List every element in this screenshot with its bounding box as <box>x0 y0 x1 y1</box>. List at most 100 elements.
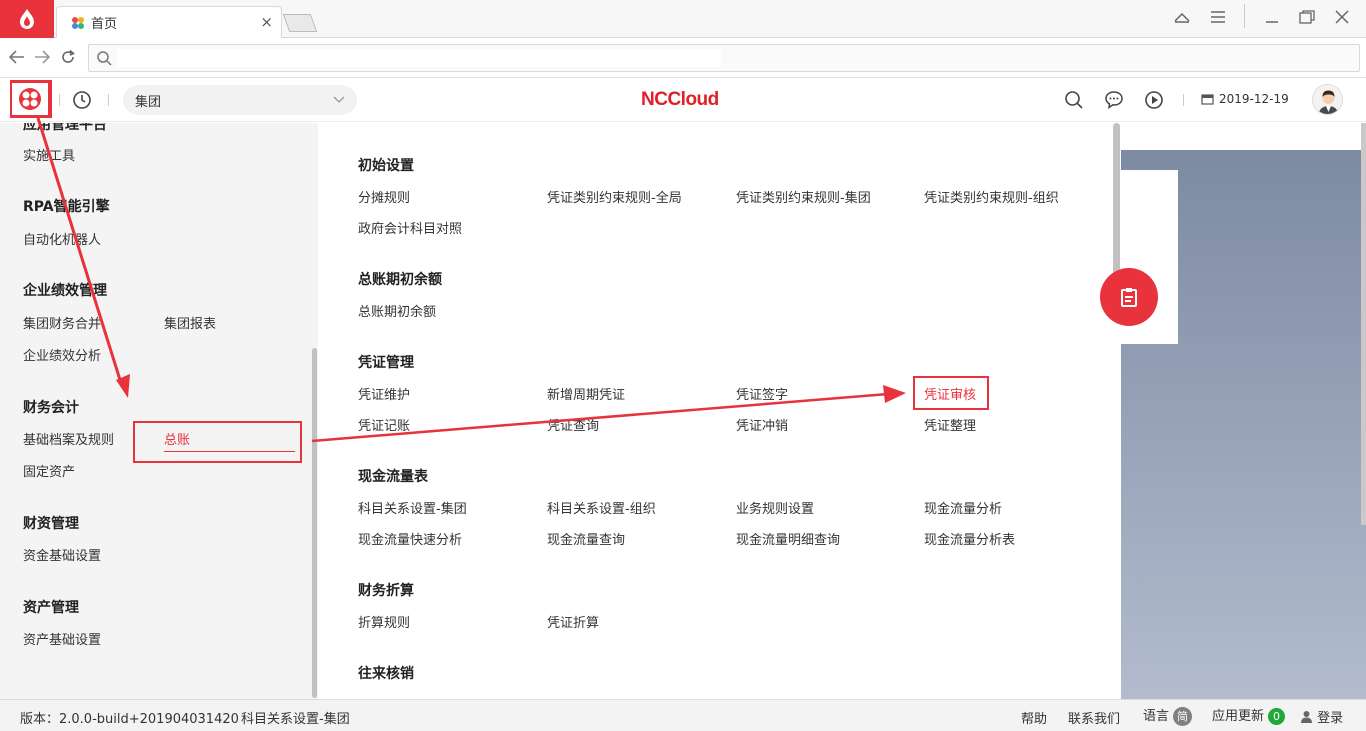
forward-arrow-icon[interactable] <box>31 46 53 68</box>
menu-item[interactable]: 现金流量明细查询 <box>736 529 840 548</box>
category-title: 财资管理 <box>23 516 79 532</box>
category-item[interactable]: 资金基础设置 <box>23 545 101 564</box>
menu-item[interactable]: 凭证折算 <box>547 612 599 631</box>
skin-icon[interactable] <box>1168 4 1196 30</box>
category-title: RPA智能引擎 <box>23 199 110 215</box>
search-icon <box>97 51 112 66</box>
address-field[interactable] <box>88 44 1360 72</box>
menu-item[interactable]: 凭证整理 <box>924 415 976 434</box>
menu-item[interactable]: 业务规则设置 <box>736 498 814 517</box>
minimize-icon[interactable] <box>1258 4 1286 30</box>
clipboard-app-icon[interactable] <box>1100 268 1158 326</box>
app-update[interactable]: 应用更新 0 <box>1212 705 1286 725</box>
page-scrollbar[interactable] <box>1361 123 1366 525</box>
user-icon <box>1301 711 1312 723</box>
category-item[interactable]: 资产基础设置 <box>23 629 101 648</box>
category-item-general-ledger[interactable]: 总账 <box>164 429 190 448</box>
update-label: 应用更新 <box>1212 709 1265 724</box>
category-item[interactable]: 基础档案及规则 <box>23 429 114 448</box>
business-date[interactable]: 2019-12-19 <box>1201 92 1289 106</box>
menu-item-voucher-audit[interactable]: 凭证审核 <box>924 384 976 403</box>
menu-item[interactable]: 折算规则 <box>358 612 410 631</box>
tab-close-icon[interactable]: × <box>260 13 273 31</box>
refresh-icon[interactable] <box>57 46 79 68</box>
login-button[interactable]: 登录 <box>1300 707 1343 726</box>
app-header: 集团 NCCloud 2019-12-19 <box>0 78 1366 122</box>
category-panel: 应用管理平台 实施工具 RPA智能引擎 自动化机器人 企业绩效管理 集团财务合并… <box>0 123 318 699</box>
menu-item[interactable]: 科目关系设置-组织 <box>547 498 656 517</box>
language-label: 语言 <box>1143 709 1170 724</box>
section-title: 初始设置 <box>358 158 414 174</box>
menu-item[interactable]: 总账期初余额 <box>358 301 436 320</box>
update-count-badge: 0 <box>1268 708 1286 725</box>
search-icon[interactable] <box>1064 90 1084 110</box>
section-title: 总账期初余额 <box>358 272 442 288</box>
menu-item[interactable]: 现金流量查询 <box>547 529 625 548</box>
menu-item[interactable]: 凭证签字 <box>736 384 788 403</box>
language-badge: 简 <box>1173 707 1193 726</box>
section-title: 凭证管理 <box>358 355 414 371</box>
menu-item[interactable]: 现金流量快速分析 <box>358 529 462 548</box>
section-title: 财务折算 <box>358 583 414 599</box>
header-divider <box>108 94 109 106</box>
section-title: 现金流量表 <box>358 469 428 485</box>
menu-item[interactable]: 凭证类别约束规则-集团 <box>736 187 871 206</box>
clock-history-icon[interactable] <box>72 90 92 110</box>
section-title: 往来核销 <box>358 666 414 682</box>
menu-icon[interactable] <box>1204 4 1232 30</box>
play-icon[interactable] <box>1144 90 1164 110</box>
menu-item[interactable]: 新增周期凭证 <box>547 384 625 403</box>
message-icon[interactable] <box>1104 90 1124 110</box>
header-divider <box>1183 94 1184 106</box>
category-item[interactable]: 自动化机器人 <box>23 229 101 248</box>
header-divider <box>59 94 60 106</box>
menu-item[interactable]: 凭证记账 <box>358 415 410 434</box>
menu-item[interactable]: 凭证类别约束规则-全局 <box>547 187 682 206</box>
menu-item[interactable]: 凭证查询 <box>547 415 599 434</box>
menu-panel-scrollbar[interactable] <box>1113 123 1120 283</box>
window-controls-divider <box>1244 4 1245 28</box>
status-bar: 版本：2.0.0-build+201904031420 科目关系设置-集团 帮助… <box>0 699 1366 731</box>
left-panel-scrollbar[interactable] <box>312 348 317 698</box>
user-avatar-icon <box>1313 85 1342 114</box>
login-label: 登录 <box>1317 711 1344 726</box>
menu-item[interactable]: 分摊规则 <box>358 187 410 206</box>
help-link[interactable]: 帮助 <box>1021 708 1047 727</box>
language-switch[interactable]: 语言简 <box>1143 705 1193 726</box>
active-item-underline <box>164 451 295 452</box>
close-icon[interactable] <box>1328 4 1356 30</box>
group-select[interactable]: 集团 <box>123 85 357 115</box>
browser-tab-home[interactable]: 首页 × <box>56 6 282 38</box>
maximize-icon[interactable] <box>1293 4 1321 30</box>
menu-item[interactable]: 凭证类别约束规则-组织 <box>924 187 1059 206</box>
flower-logo-icon <box>19 88 41 110</box>
new-tab-button[interactable] <box>282 14 318 32</box>
contact-link[interactable]: 联系我们 <box>1068 708 1120 727</box>
current-node-text: 科目关系设置-集团 <box>241 712 350 727</box>
group-select-value: 集团 <box>135 94 162 110</box>
category-item[interactable]: 企业绩效分析 <box>23 345 101 364</box>
menu-item[interactable]: 政府会计科目对照 <box>358 218 462 237</box>
menu-item[interactable]: 现金流量分析 <box>924 498 1002 517</box>
category-title: 财务会计 <box>23 400 79 416</box>
menu-item[interactable]: 凭证维护 <box>358 384 410 403</box>
category-item[interactable]: 集团财务合并 <box>23 313 101 332</box>
version-text: 版本：2.0.0-build+201904031420 <box>20 712 239 727</box>
app-menu-button[interactable] <box>10 81 50 117</box>
category-item[interactable]: 集团报表 <box>164 313 216 332</box>
browser-tabstrip: 首页 × <box>0 0 1366 38</box>
menu-item[interactable]: 凭证冲销 <box>736 415 788 434</box>
category-item[interactable]: 实施工具 <box>23 145 75 164</box>
browser-addressbar <box>0 38 1366 78</box>
brand-logo: NCCloud <box>641 89 719 110</box>
category-item[interactable]: 固定资产 <box>23 461 75 480</box>
calendar-icon <box>1201 94 1214 105</box>
category-title: 企业绩效管理 <box>23 283 107 299</box>
browser-logo-icon[interactable] <box>0 0 54 38</box>
avatar[interactable] <box>1312 84 1343 115</box>
pinwheel-favicon-icon <box>72 16 84 29</box>
url-input[interactable] <box>117 49 721 67</box>
menu-item[interactable]: 科目关系设置-集团 <box>358 498 467 517</box>
menu-item[interactable]: 现金流量分析表 <box>924 529 1015 548</box>
back-arrow-icon[interactable] <box>6 46 28 68</box>
